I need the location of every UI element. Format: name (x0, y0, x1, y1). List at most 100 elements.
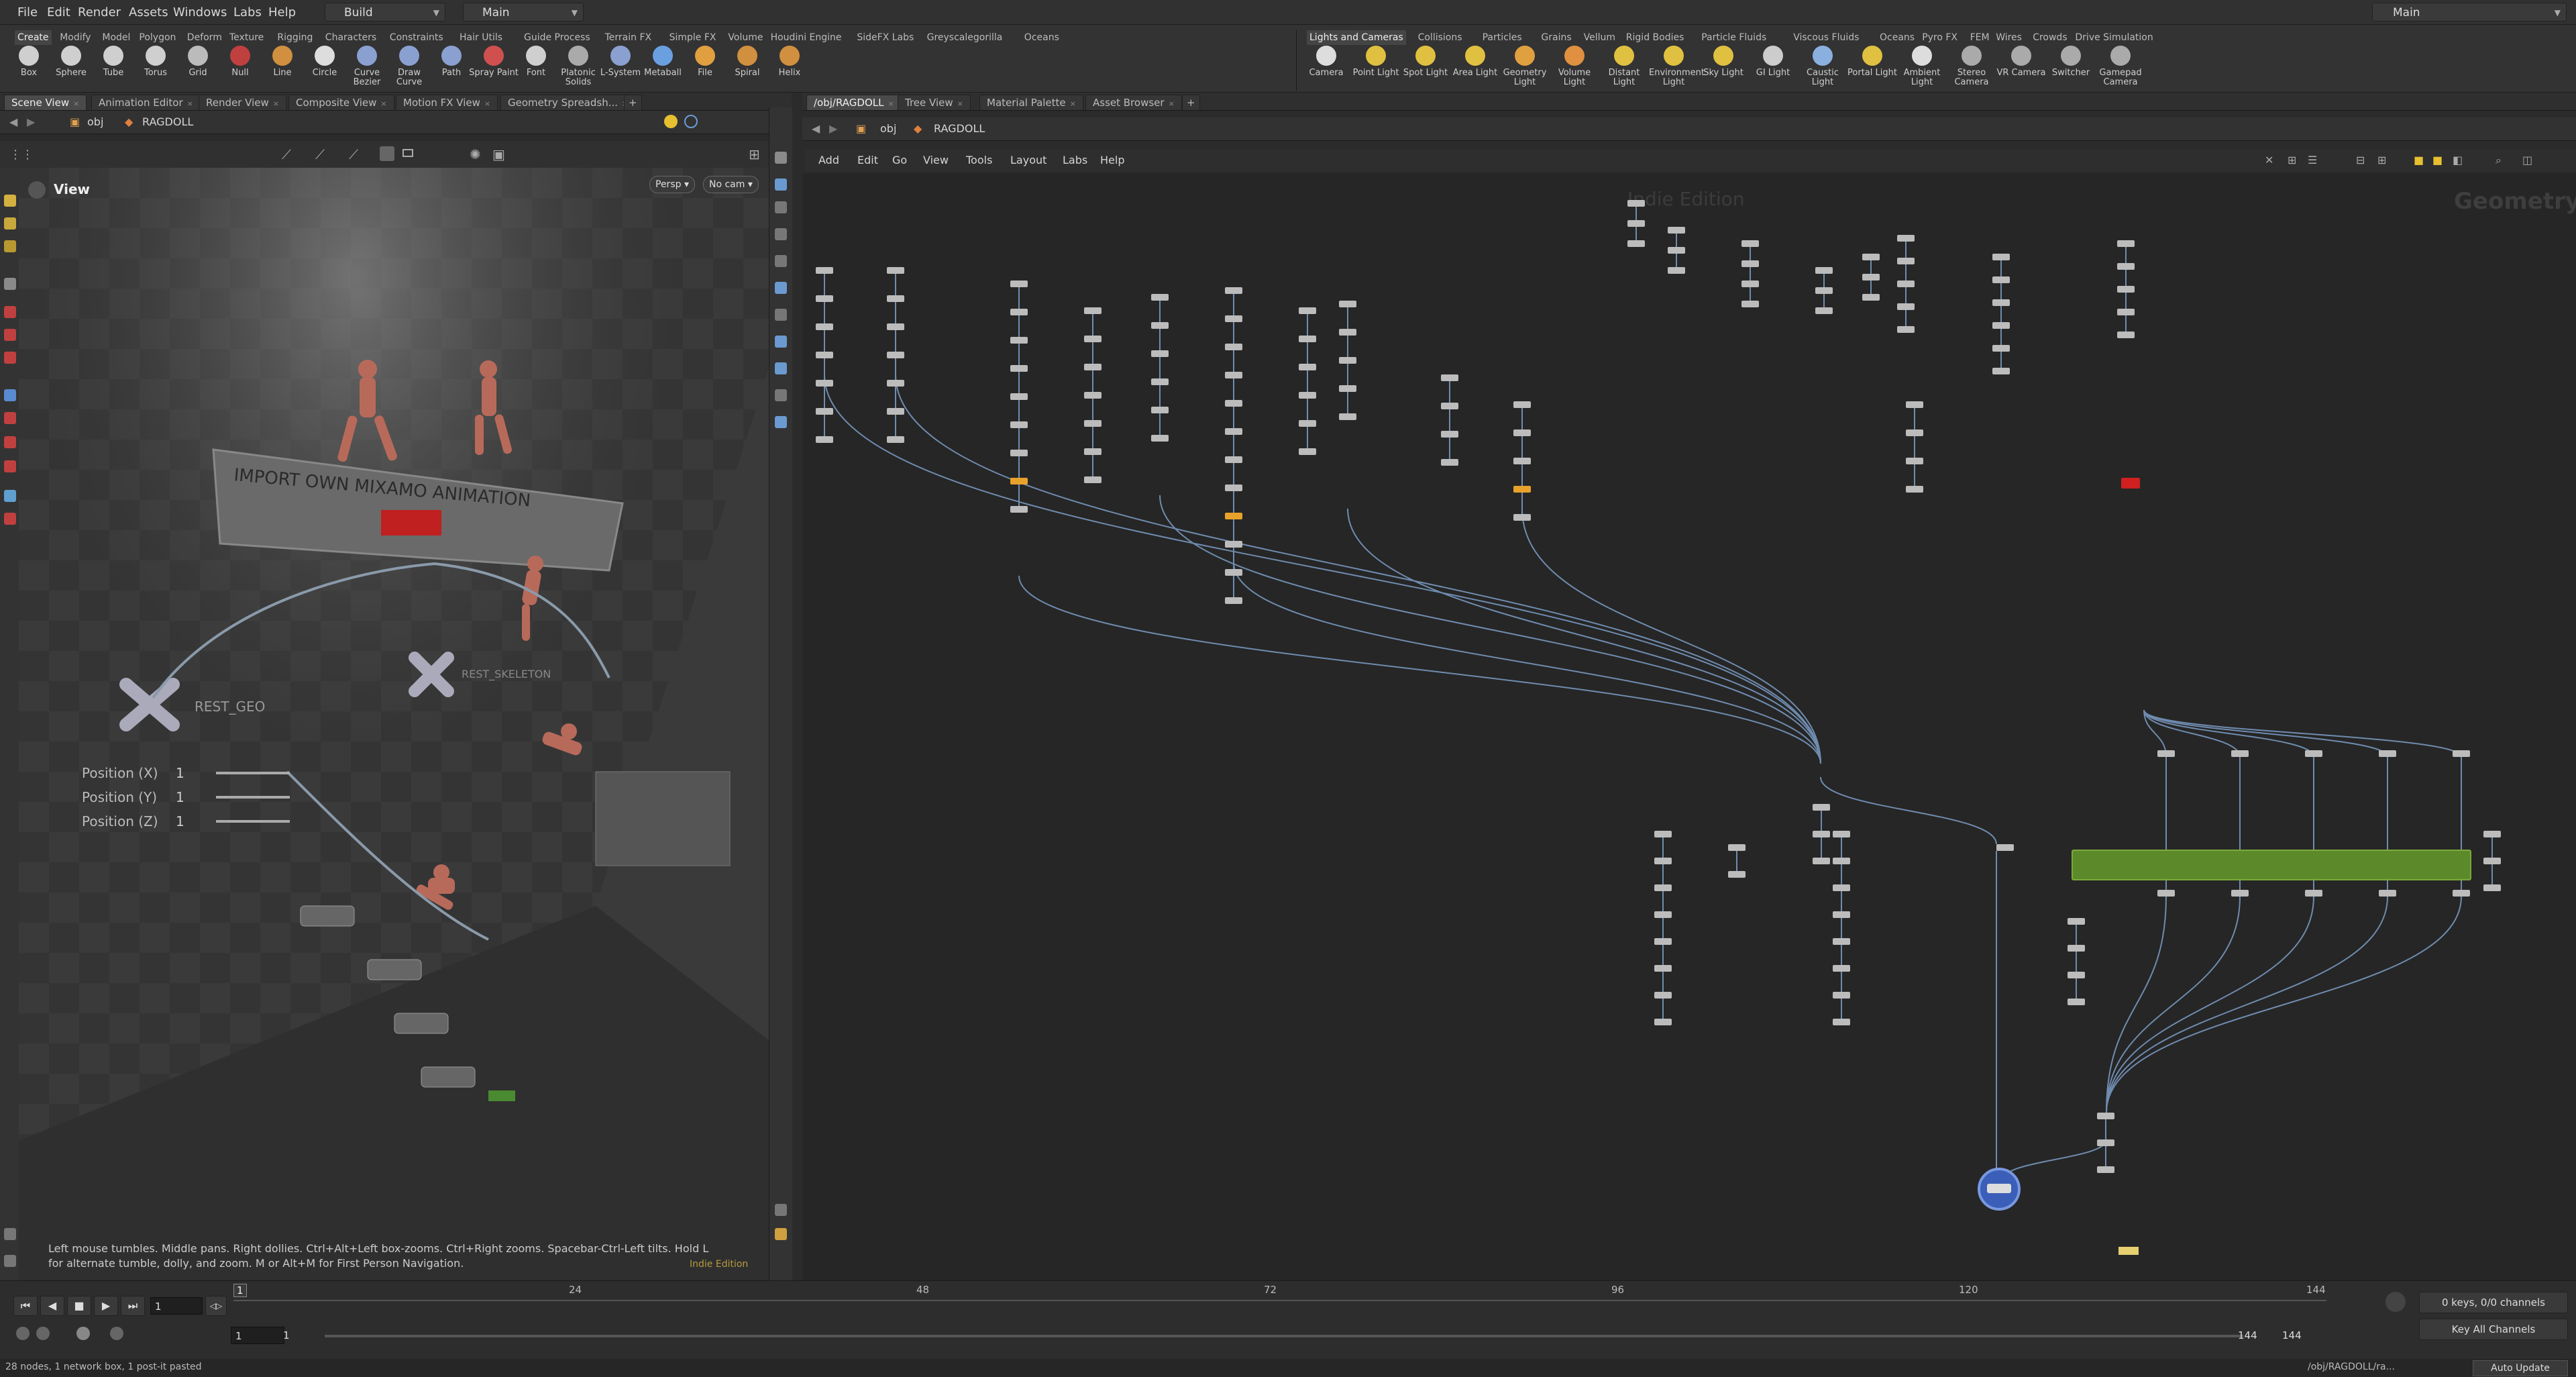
menu-assets[interactable]: Assets (129, 5, 168, 19)
lasso-icon[interactable] (4, 436, 16, 448)
template-icon[interactable] (775, 336, 787, 348)
network-node[interactable] (1225, 344, 1242, 350)
shelf-tab-pyro-fx[interactable]: Pyro FX (1919, 30, 1960, 45)
network-node[interactable] (1010, 450, 1028, 456)
network-node[interactable] (1862, 274, 1880, 280)
network-node[interactable] (1010, 280, 1028, 287)
network-node[interactable] (1513, 401, 1531, 408)
network-node[interactable] (1151, 378, 1169, 385)
note-icon[interactable]: ■ (2414, 154, 2424, 166)
network-node[interactable] (816, 408, 833, 415)
network-node[interactable] (1010, 478, 1028, 484)
tool-gi-light[interactable]: GI Light (1748, 46, 1798, 78)
path-node[interactable]: RAGDOLL (934, 122, 985, 135)
menu-edit[interactable]: Edit (47, 5, 70, 19)
tab-scene-view[interactable]: Scene View × (4, 95, 87, 110)
network-node[interactable] (1225, 428, 1242, 435)
path-context[interactable]: obj (87, 115, 103, 128)
tab-asset-browser[interactable]: Asset Browser × (1085, 95, 1182, 110)
network-node[interactable] (2068, 999, 2085, 1005)
tree-icon[interactable]: ⊟ (2356, 154, 2365, 166)
network-node[interactable] (2117, 286, 2135, 293)
network-node[interactable] (1627, 240, 1645, 247)
network-node[interactable] (1668, 247, 1685, 254)
network-node[interactable] (1627, 220, 1645, 227)
current-frame-marker[interactable]: 1 (233, 1284, 247, 1297)
network-node[interactable] (1225, 541, 1242, 548)
move-icon[interactable] (4, 217, 16, 230)
network-node[interactable] (1084, 476, 1102, 483)
network-node[interactable] (1833, 992, 1850, 999)
network-node[interactable] (2117, 332, 2135, 338)
shelf-tab-rigid-bodies[interactable]: Rigid Bodies (1623, 30, 1687, 45)
param-slider[interactable] (216, 820, 290, 823)
network-node[interactable] (1151, 350, 1169, 357)
post-it-note[interactable] (2118, 1247, 2139, 1255)
network-node[interactable] (1299, 364, 1316, 370)
tool-volume-light[interactable]: Volume Light (1550, 46, 1599, 87)
network-node[interactable] (1654, 1019, 1672, 1025)
lock-icon[interactable] (775, 228, 787, 240)
menu-add[interactable]: Add (818, 154, 839, 166)
view-icon[interactable] (4, 389, 16, 401)
audio-icon[interactable] (36, 1327, 50, 1340)
network-node[interactable] (2117, 263, 2135, 270)
network-node[interactable] (1225, 484, 1242, 491)
path-node[interactable]: RAGDOLL (142, 115, 193, 128)
network-node[interactable] (2453, 890, 2470, 897)
ghost-icon[interactable] (775, 255, 787, 267)
stop-button[interactable]: ■ (67, 1296, 91, 1316)
shade-icon[interactable] (775, 389, 787, 401)
network-node[interactable] (2305, 890, 2322, 897)
network-node[interactable] (887, 408, 904, 415)
network-node[interactable] (1299, 392, 1316, 399)
tool-ambient-light[interactable]: Ambient Light (1897, 46, 1947, 87)
paint-icon[interactable] (4, 412, 16, 424)
points-icon[interactable] (775, 282, 787, 294)
network-node[interactable] (2117, 309, 2135, 315)
tab-composite-view[interactable]: Composite View × (288, 95, 394, 110)
shelf-tab-rigging[interactable]: Rigging (274, 30, 315, 45)
menu-help[interactable]: Help (1100, 154, 1124, 166)
shelf-tab-polygon[interactable]: Polygon (136, 30, 178, 45)
network-node[interactable] (1906, 429, 1923, 436)
light-icon[interactable]: ✺ (470, 146, 481, 162)
end-frame-field[interactable]: 144 (2234, 1327, 2274, 1344)
network-node[interactable] (1084, 336, 1102, 342)
network-node[interactable] (1833, 965, 1850, 972)
network-node[interactable] (1084, 448, 1102, 455)
tab-network[interactable]: /obj/RAGDOLL × (806, 95, 902, 110)
menu-tools[interactable]: Tools (966, 154, 992, 166)
network-node[interactable] (2068, 918, 2085, 925)
auto-update-button[interactable]: Auto Update (2473, 1360, 2568, 1376)
wire-icon[interactable] (775, 201, 787, 213)
network-node[interactable] (1339, 413, 1356, 420)
loop-icon[interactable] (76, 1327, 90, 1340)
network-node[interactable] (1862, 254, 1880, 260)
close-icon[interactable]: × (1070, 99, 1076, 108)
snap-magnet-icon[interactable] (4, 460, 16, 472)
desktop-selector[interactable]: Build ▼ (325, 3, 445, 21)
param-slider[interactable] (216, 796, 290, 799)
handle-icon[interactable] (4, 329, 16, 341)
network-node[interactable] (2231, 750, 2249, 757)
menu-file[interactable]: File (17, 5, 38, 19)
shelf-tab-guide-process[interactable]: Guide Process (521, 30, 593, 45)
network-node[interactable] (1654, 858, 1672, 864)
pose-icon[interactable] (4, 352, 16, 364)
network-node[interactable] (1906, 458, 1923, 464)
menu-help[interactable]: Help (268, 5, 296, 19)
close-icon[interactable]: × (888, 99, 894, 108)
frame-ruler[interactable]: 1 24 48 72 96 120 144 (233, 1281, 2326, 1308)
network-node[interactable] (1010, 309, 1028, 315)
jump-start-button[interactable]: ⏮ (13, 1296, 38, 1316)
shading-icon[interactable] (775, 178, 787, 191)
camera-icon[interactable]: ▣ (492, 146, 505, 162)
tool-geometry-light[interactable]: Geometry Light (1500, 46, 1550, 87)
network-node[interactable] (1225, 597, 1242, 604)
network-node[interactable] (2231, 890, 2249, 897)
error-node[interactable] (2121, 478, 2140, 489)
tab-tree-view[interactable]: Tree View × (898, 95, 971, 110)
network-node[interactable] (816, 436, 833, 443)
snap-grid-icon[interactable]: ⟋ (315, 146, 325, 162)
